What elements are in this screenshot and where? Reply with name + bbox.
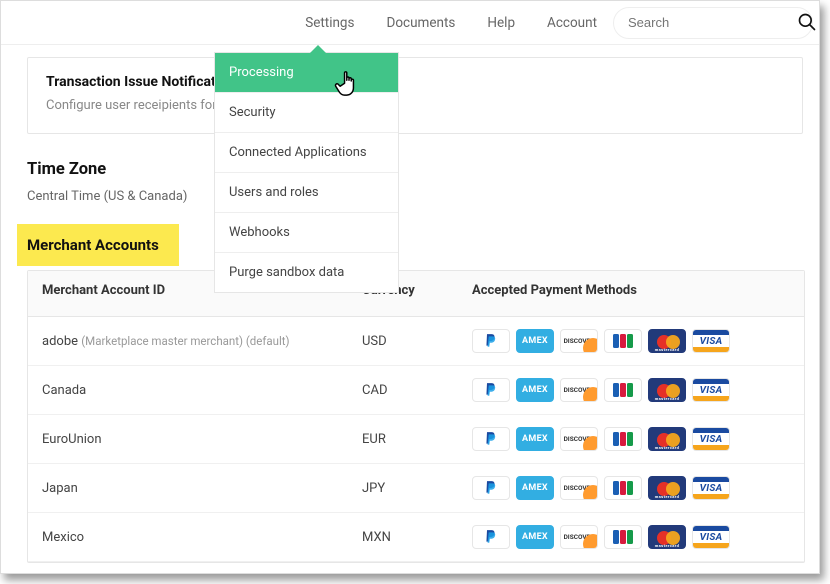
payment-methods-cell: AMEXDISCOVERJCBmastercardVISA (458, 366, 804, 415)
visa-badge: VISA (692, 329, 730, 353)
merchant-id-cell: Mexico (28, 513, 348, 562)
discover-badge: DISCOVER (560, 378, 598, 402)
card-title: Transaction Issue Notifications (46, 74, 784, 90)
table-row[interactable]: JapanJPYAMEXDISCOVERJCBmastercardVISA (28, 464, 804, 513)
visa-badge: VISA (692, 476, 730, 500)
amex-badge: AMEX (516, 476, 554, 500)
dropdown-item-purge-sandbox-data[interactable]: Purge sandbox data (215, 252, 398, 292)
timezone-section: Time Zone Central Time (US & Canada) (27, 160, 803, 204)
currency-cell: CAD (348, 366, 458, 415)
settings-dropdown: ProcessingSecurityConnected Applications… (214, 52, 399, 293)
paypal-badge (472, 427, 510, 451)
table-row[interactable]: EuroUnionEURAMEXDISCOVERJCBmastercardVIS… (28, 415, 804, 464)
payment-methods-cell: AMEXDISCOVERJCBmastercardVISA (458, 317, 804, 366)
transaction-notifications-card: Transaction Issue Notifications Configur… (27, 57, 803, 134)
amex-badge: AMEX (516, 378, 554, 402)
dropdown-item-security[interactable]: Security (215, 92, 398, 132)
discover-badge: DISCOVER (560, 329, 598, 353)
jcb-badge: JCB (604, 476, 642, 500)
jcb-badge: JCB (604, 525, 642, 549)
nav-help[interactable]: Help (471, 1, 531, 45)
mastercard-badge: mastercard (648, 476, 686, 500)
mastercard-badge: mastercard (648, 427, 686, 451)
merchant-id-cell: Canada (28, 366, 348, 415)
mastercard-badge: mastercard (648, 329, 686, 353)
currency-cell: EUR (348, 415, 458, 464)
top-nav: Settings Documents Help Account (1, 1, 819, 45)
merchant-accounts-table: Merchant Account ID Currency Accepted Pa… (27, 270, 805, 563)
timezone-heading: Time Zone (27, 160, 803, 179)
visa-badge: VISA (692, 525, 730, 549)
jcb-badge: JCB (604, 329, 642, 353)
amex-badge: AMEX (516, 525, 554, 549)
table-row[interactable]: adobe (Marketplace master merchant) (def… (28, 317, 804, 366)
mastercard-badge: mastercard (648, 525, 686, 549)
paypal-badge (472, 378, 510, 402)
paypal-badge (472, 525, 510, 549)
merchant-id-cell: adobe (Marketplace master merchant) (def… (28, 317, 348, 366)
search-input[interactable] (628, 15, 804, 30)
discover-badge: DISCOVER (560, 476, 598, 500)
currency-cell: MXN (348, 513, 458, 562)
table-row[interactable]: CanadaCADAMEXDISCOVERJCBmastercardVISA (28, 366, 804, 415)
paypal-badge (472, 329, 510, 353)
paypal-badge (472, 476, 510, 500)
card-subtitle: Configure user receipients for (46, 98, 784, 113)
table-row[interactable]: MexicoMXNAMEXDISCOVERJCBmastercardVISA (28, 513, 804, 562)
currency-cell: JPY (348, 464, 458, 513)
nav-documents[interactable]: Documents (370, 1, 471, 45)
dropdown-item-users-and-roles[interactable]: Users and roles (215, 172, 398, 212)
timezone-value: Central Time (US & Canada) (27, 189, 803, 204)
nav-account[interactable]: Account (531, 1, 613, 45)
amex-badge: AMEX (516, 427, 554, 451)
merchant-accounts-heading: Merchant Accounts (17, 224, 179, 266)
jcb-badge: JCB (604, 427, 642, 451)
amex-badge: AMEX (516, 329, 554, 353)
currency-cell: USD (348, 317, 458, 366)
search-icon[interactable] (797, 12, 817, 32)
mastercard-badge: mastercard (648, 378, 686, 402)
dropdown-arrow-icon (310, 45, 326, 53)
dropdown-item-processing[interactable]: Processing (215, 53, 398, 92)
dropdown-item-connected-applications[interactable]: Connected Applications (215, 132, 398, 172)
merchant-id-cell: EuroUnion (28, 415, 348, 464)
jcb-badge: JCB (604, 378, 642, 402)
visa-badge: VISA (692, 427, 730, 451)
payment-methods-cell: AMEXDISCOVERJCBmastercardVISA (458, 464, 804, 513)
dropdown-item-webhooks[interactable]: Webhooks (215, 212, 398, 252)
nav-settings[interactable]: Settings (289, 1, 370, 45)
discover-badge: DISCOVER (560, 525, 598, 549)
discover-badge: DISCOVER (560, 427, 598, 451)
merchant-id-cell: Japan (28, 464, 348, 513)
payment-methods-cell: AMEXDISCOVERJCBmastercardVISA (458, 513, 804, 562)
search-field[interactable] (613, 7, 813, 39)
visa-badge: VISA (692, 378, 730, 402)
payment-methods-cell: AMEXDISCOVERJCBmastercardVISA (458, 415, 804, 464)
col-header-methods: Accepted Payment Methods (458, 271, 804, 317)
